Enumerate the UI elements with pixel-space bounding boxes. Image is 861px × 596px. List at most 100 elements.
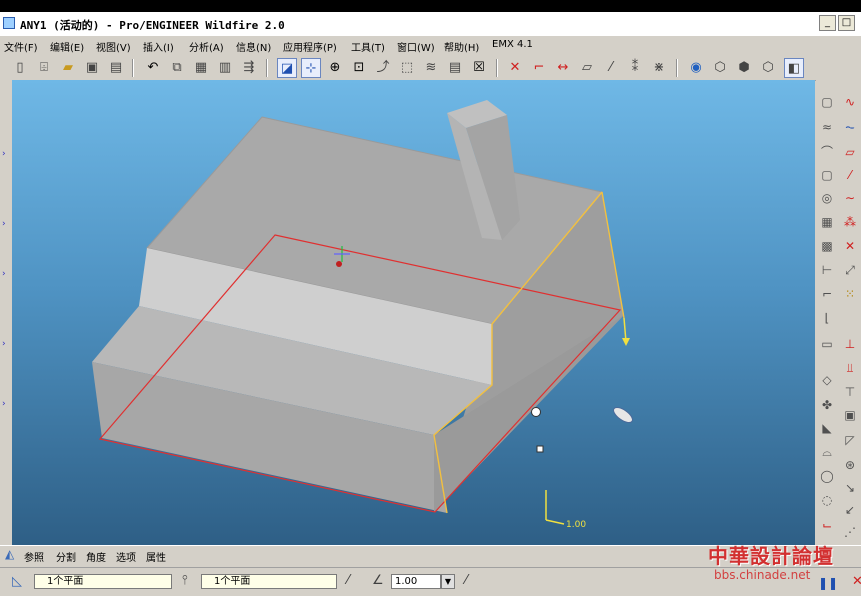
flip-pull-direction-icon[interactable]: ⁄ (347, 573, 349, 588)
sketch-icon[interactable]: ⏦ (840, 117, 860, 137)
draft-icon[interactable]: ▭ (817, 334, 837, 354)
round-icon[interactable]: ⊥ (840, 334, 860, 354)
tab-angles[interactable]: 角度 (86, 549, 106, 564)
chamfer-icon[interactable]: ⫫ (840, 358, 860, 378)
plane-tag-icon[interactable]: ⁄ (601, 58, 621, 78)
zoom-in-icon[interactable]: ⊕ (325, 58, 345, 78)
extrude-icon[interactable]: ▦ (817, 212, 837, 232)
window-title: ANY1 (活动的) - Pro/ENGINEER Wildfire 2.0 (20, 19, 285, 32)
drag-handle-circle[interactable] (531, 407, 541, 417)
sweep-icon[interactable]: ⋰ (840, 522, 860, 542)
angle-dropdown-chevron-icon[interactable]: ▼ (441, 574, 455, 589)
flip-angle-icon[interactable]: ⁄ (465, 573, 467, 588)
sketched-curve-icon[interactable]: ⁄ (840, 165, 860, 185)
tab-split[interactable]: 分割 (56, 549, 76, 564)
paste-special-icon[interactable]: ▥ (215, 58, 235, 78)
layers-icon[interactable]: ≋ (421, 58, 441, 78)
menu-window[interactable]: 窗口(W) (397, 39, 435, 54)
no-hidden-icon[interactable]: ⬡ (758, 58, 778, 78)
datum-axis-icon[interactable]: ≈ (817, 117, 837, 137)
point-cross-icon[interactable]: ∼ (840, 188, 860, 208)
tab-references[interactable]: 参照 (24, 549, 44, 564)
pattern-icon[interactable]: ◣ (817, 418, 837, 438)
hole-icon[interactable]: ⌐ (817, 284, 837, 304)
panel-marker-icon: › (2, 339, 6, 349)
menu-info[interactable]: 信息(N) (236, 39, 271, 54)
pull-direction-arrowhead[interactable] (622, 338, 630, 346)
zoom-fit-icon[interactable]: ⊡ (349, 58, 369, 78)
point-tag-icon[interactable]: ⁑ (625, 58, 645, 78)
menu-tools[interactable]: 工具(T) (351, 39, 385, 54)
cancel-feature-icon[interactable]: ✕ (852, 574, 861, 589)
datum-plane-icon[interactable]: ▢ (817, 92, 837, 112)
blend-icon[interactable]: ⤢ (840, 260, 860, 280)
mouse-cursor-icon (613, 406, 633, 424)
copy-feature-icon[interactable]: ◇ (817, 370, 837, 390)
minimize-button[interactable]: _ (819, 15, 836, 31)
restore-button[interactable]: □ (838, 15, 855, 31)
revolve-icon[interactable]: ▩ (817, 236, 837, 256)
point-offset-icon[interactable]: ⁂ (840, 212, 860, 232)
close-window-icon[interactable]: ☒ (469, 58, 489, 78)
model-tree-icon[interactable]: ▤ (445, 58, 465, 78)
variable-sweep-icon[interactable]: ⊢ (817, 260, 837, 280)
spin-center-icon[interactable]: ⊹ (301, 58, 321, 78)
menu-emx[interactable]: EMX 4.1 (492, 39, 533, 50)
paste-icon[interactable]: ▦ (191, 58, 211, 78)
thicken-icon[interactable]: ⊛ (840, 455, 860, 475)
wireframe-icon[interactable]: ⬡ (710, 58, 730, 78)
merge-icon[interactable]: ✤ (817, 395, 837, 415)
drag-handle-square[interactable] (536, 445, 544, 453)
point-display-icon[interactable]: ⌐ (529, 58, 549, 78)
undo-icon[interactable]: ↶ (143, 58, 163, 78)
point-field-icon[interactable]: ✕ (840, 236, 860, 256)
solidify-icon[interactable]: ◯ (817, 466, 837, 486)
rib-icon[interactable]: ⌊ (817, 308, 837, 328)
draft-hinge-collector[interactable]: 1个平面 (201, 574, 337, 589)
new-file-icon[interactable]: ▯ (10, 58, 30, 78)
wrap-icon[interactable]: ◸ (840, 430, 860, 450)
info-icon[interactable]: ◉ (686, 58, 706, 78)
draft-angle-input[interactable]: 1.00 (391, 574, 441, 589)
tab-properties[interactable]: 属性 (146, 549, 166, 564)
csys-tag-icon[interactable]: ⋇ (649, 58, 669, 78)
menu-applications[interactable]: 应用程序(P) (283, 39, 337, 54)
datum-curve-2-icon[interactable]: ▱ (840, 142, 860, 162)
graphics-viewport[interactable]: 1.00 (12, 80, 815, 545)
axis-display-icon[interactable]: ✕ (505, 58, 525, 78)
menu-help[interactable]: 帮助(H) (444, 39, 479, 54)
extend-icon[interactable]: ↙ (840, 500, 860, 520)
csys-display-icon[interactable]: ↔ (553, 58, 573, 78)
intersect-icon[interactable]: ↘ (840, 478, 860, 498)
menu-analysis[interactable]: 分析(A) (189, 39, 224, 54)
open-icon[interactable]: ⌹ (34, 58, 54, 78)
plane-display-icon[interactable]: ▱ (577, 58, 597, 78)
regenerate-icon[interactable]: ⇶ (239, 58, 259, 78)
menu-edit[interactable]: 编辑(E) (50, 39, 84, 54)
project-icon[interactable]: ◌ (817, 490, 837, 510)
trim-icon[interactable]: ▣ (840, 405, 860, 425)
tab-options[interactable]: 选项 (116, 549, 136, 564)
menu-view[interactable]: 视图(V) (96, 39, 131, 54)
flatten-icon[interactable]: ⌙ (817, 515, 837, 535)
mirror-icon[interactable]: ⊤ (840, 382, 860, 402)
saved-views-icon[interactable]: ⬚ (397, 58, 417, 78)
shading-icon[interactable]: ◧ (784, 58, 804, 78)
menu-file[interactable]: 文件(F) (4, 39, 38, 54)
menu-insert[interactable]: 插入(I) (143, 39, 174, 54)
hidden-line-icon[interactable]: ⬢ (734, 58, 754, 78)
save-copy-icon[interactable]: ▤ (106, 58, 126, 78)
copy-icon[interactable]: ⧉ (167, 58, 187, 78)
datum-curve-icon[interactable]: ∿ (840, 92, 860, 112)
offset-icon[interactable]: ⌓ (817, 442, 837, 462)
repaint-icon[interactable]: ◪ (277, 58, 297, 78)
orient-icon[interactable]: ⤴ (373, 58, 393, 78)
draft-surfaces-collector[interactable]: 1个平面 (34, 574, 172, 589)
shell-icon[interactable]: ⁙ (840, 284, 860, 304)
pause-icon[interactable]: ❚❚ (818, 576, 838, 590)
datum-point-icon[interactable]: ⌒ (817, 142, 837, 162)
save-icon[interactable]: ▣ (82, 58, 102, 78)
coordinate-system-icon[interactable]: ▢ (817, 165, 837, 185)
analysis-icon[interactable]: ◎ (817, 188, 837, 208)
folder-icon[interactable]: ▰ (58, 58, 78, 78)
